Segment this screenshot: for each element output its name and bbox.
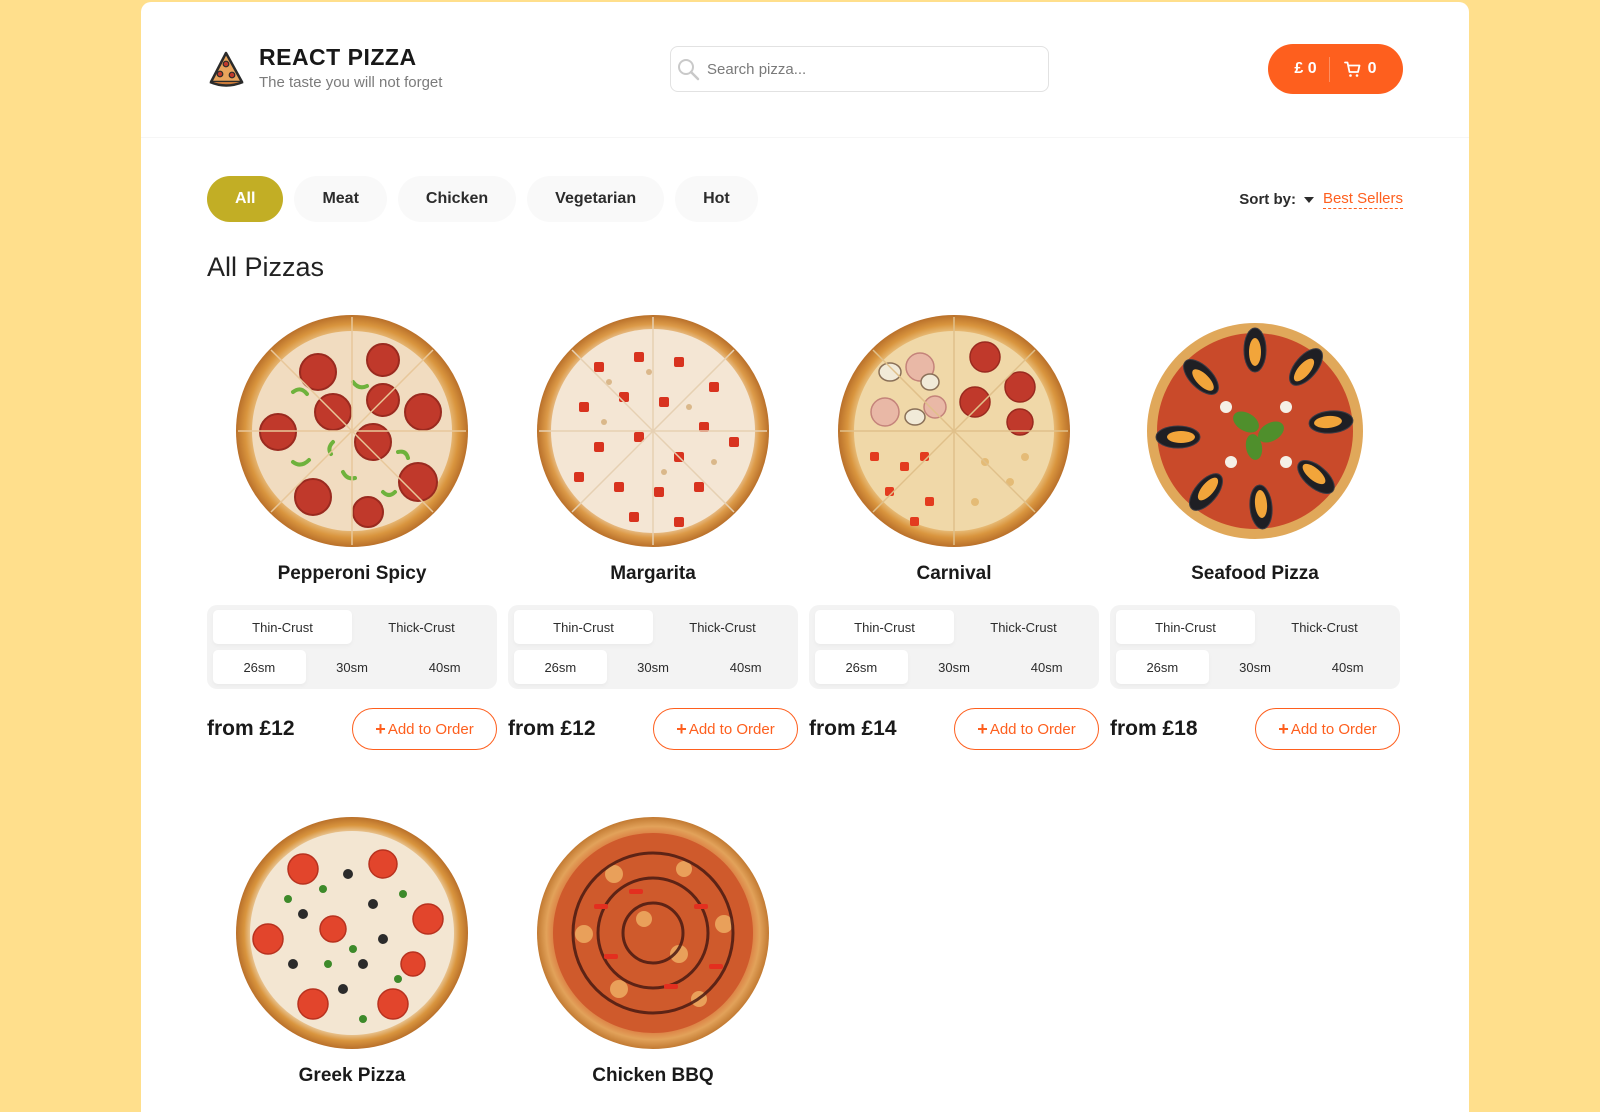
plus-icon: +: [1278, 719, 1289, 739]
category-list: All Meat Chicken Vegetarian Hot: [207, 176, 769, 222]
pizza-options: Thin-Crust Thick-Crust 26sm 30sm 40sm: [508, 605, 798, 689]
size-30[interactable]: 30sm: [306, 650, 399, 684]
search-icon: [678, 59, 700, 81]
pizza-title: Chicken BBQ: [592, 1065, 714, 1086]
type-thick-crust[interactable]: Thick-Crust: [954, 610, 1093, 644]
cart-icon: [1343, 61, 1361, 77]
type-thick-crust[interactable]: Thick-Crust: [1255, 610, 1394, 644]
pizza-title: Seafood Pizza: [1191, 563, 1319, 584]
sort-arrow-icon[interactable]: [1303, 196, 1314, 203]
cart-button[interactable]: £ 0 0: [1268, 44, 1403, 94]
app-subtitle: The taste you will not forget: [259, 74, 443, 91]
type-thin-crust[interactable]: Thin-Crust: [213, 610, 352, 644]
add-to-order-label: Add to Order: [387, 720, 474, 738]
cart-count: 0: [1367, 60, 1377, 77]
add-to-order-button[interactable]: + Add to Order: [352, 708, 497, 750]
pizza-options: Thin-Crust Thick-Crust 26sm 30sm 40sm: [1110, 605, 1400, 689]
pizza-image: [236, 315, 468, 547]
size-40[interactable]: 40sm: [398, 650, 491, 684]
add-to-order-label: Add to Order: [989, 720, 1076, 738]
type-thin-crust[interactable]: Thin-Crust: [1116, 610, 1255, 644]
type-thick-crust[interactable]: Thick-Crust: [653, 610, 792, 644]
logo[interactable]: REACT PIZZA The taste you will not forge…: [207, 44, 442, 91]
size-30[interactable]: 30sm: [607, 650, 700, 684]
size-30[interactable]: 30sm: [1209, 650, 1302, 684]
pizza-card: Greek Pizza: [207, 814, 497, 1087]
size-40[interactable]: 40sm: [699, 650, 792, 684]
page-container: REACT PIZZA The taste you will not forge…: [141, 2, 1469, 1112]
category-vegetarian[interactable]: Vegetarian: [527, 176, 665, 222]
category-all[interactable]: All: [207, 176, 284, 222]
pizza-price: from £12: [508, 717, 596, 740]
pizza-options: Thin-Crust Thick-Crust 26sm 30sm 40sm: [809, 605, 1099, 689]
pizza-price: from £14: [809, 717, 897, 740]
add-to-order-button[interactable]: + Add to Order: [1255, 708, 1400, 750]
add-to-order-button[interactable]: + Add to Order: [653, 708, 798, 750]
plus-icon: +: [375, 719, 386, 739]
size-40[interactable]: 40sm: [1000, 650, 1093, 684]
pizza-image: [236, 817, 468, 1049]
app-title: REACT PIZZA: [259, 44, 417, 70]
size-26[interactable]: 26sm: [213, 650, 306, 684]
cart-sum: £ 0: [1294, 60, 1317, 77]
size-30[interactable]: 30sm: [908, 650, 1001, 684]
pizza-card: Seafood Pizza Thin-Crust Thick-Crust 26s…: [1110, 312, 1400, 750]
pizza-logo-icon: [209, 51, 244, 87]
cart-count-wrap: 0: [1330, 60, 1377, 78]
plus-icon: +: [977, 719, 988, 739]
pizza-title: Carnival: [916, 563, 992, 584]
size-26[interactable]: 26sm: [815, 650, 908, 684]
category-chicken[interactable]: Chicken: [397, 176, 517, 222]
header: REACT PIZZA The taste you will not forge…: [141, 2, 1469, 138]
sort-label: Sort by:: [1239, 191, 1296, 208]
sort-control: Sort by: Best Sellers: [1239, 190, 1403, 209]
type-thin-crust[interactable]: Thin-Crust: [815, 610, 954, 644]
category-meat[interactable]: Meat: [294, 176, 387, 222]
sort-value[interactable]: Best Sellers: [1322, 190, 1403, 209]
pizza-title: Greek Pizza: [298, 1065, 406, 1086]
pizza-card: Pepperoni Spicy Thin-Crust Thick-Crust 2…: [207, 312, 497, 750]
pizza-card: Chicken BBQ: [508, 814, 798, 1087]
pizza-title: Pepperoni Spicy: [277, 563, 427, 584]
size-26[interactable]: 26sm: [514, 650, 607, 684]
section-title: All Pizzas: [207, 252, 325, 282]
size-40[interactable]: 40sm: [1301, 650, 1394, 684]
type-thin-crust[interactable]: Thin-Crust: [514, 610, 653, 644]
category-hot[interactable]: Hot: [675, 176, 758, 222]
pizza-price: from £12: [207, 717, 295, 740]
search-box: [670, 46, 1049, 92]
pizza-card: Margarita Thin-Crust Thick-Crust 26sm 30…: [508, 312, 798, 750]
pizza-title: Margarita: [610, 563, 696, 584]
type-thick-crust[interactable]: Thick-Crust: [352, 610, 491, 644]
pizza-image: [1147, 323, 1363, 539]
pizza-price: from £18: [1110, 717, 1198, 740]
plus-icon: +: [676, 719, 687, 739]
search-input[interactable]: [707, 60, 1027, 78]
add-to-order-label: Add to Order: [688, 720, 775, 738]
add-to-order-button[interactable]: + Add to Order: [954, 708, 1099, 750]
pizza-options: Thin-Crust Thick-Crust 26sm 30sm 40sm: [207, 605, 497, 689]
pizza-card: Carnival Thin-Crust Thick-Crust 26sm 30s…: [809, 312, 1099, 750]
pizza-image: [537, 817, 769, 1049]
pizza-image: [537, 315, 769, 547]
add-to-order-label: Add to Order: [1290, 720, 1377, 738]
pizza-image: [838, 315, 1070, 547]
size-26[interactable]: 26sm: [1116, 650, 1209, 684]
